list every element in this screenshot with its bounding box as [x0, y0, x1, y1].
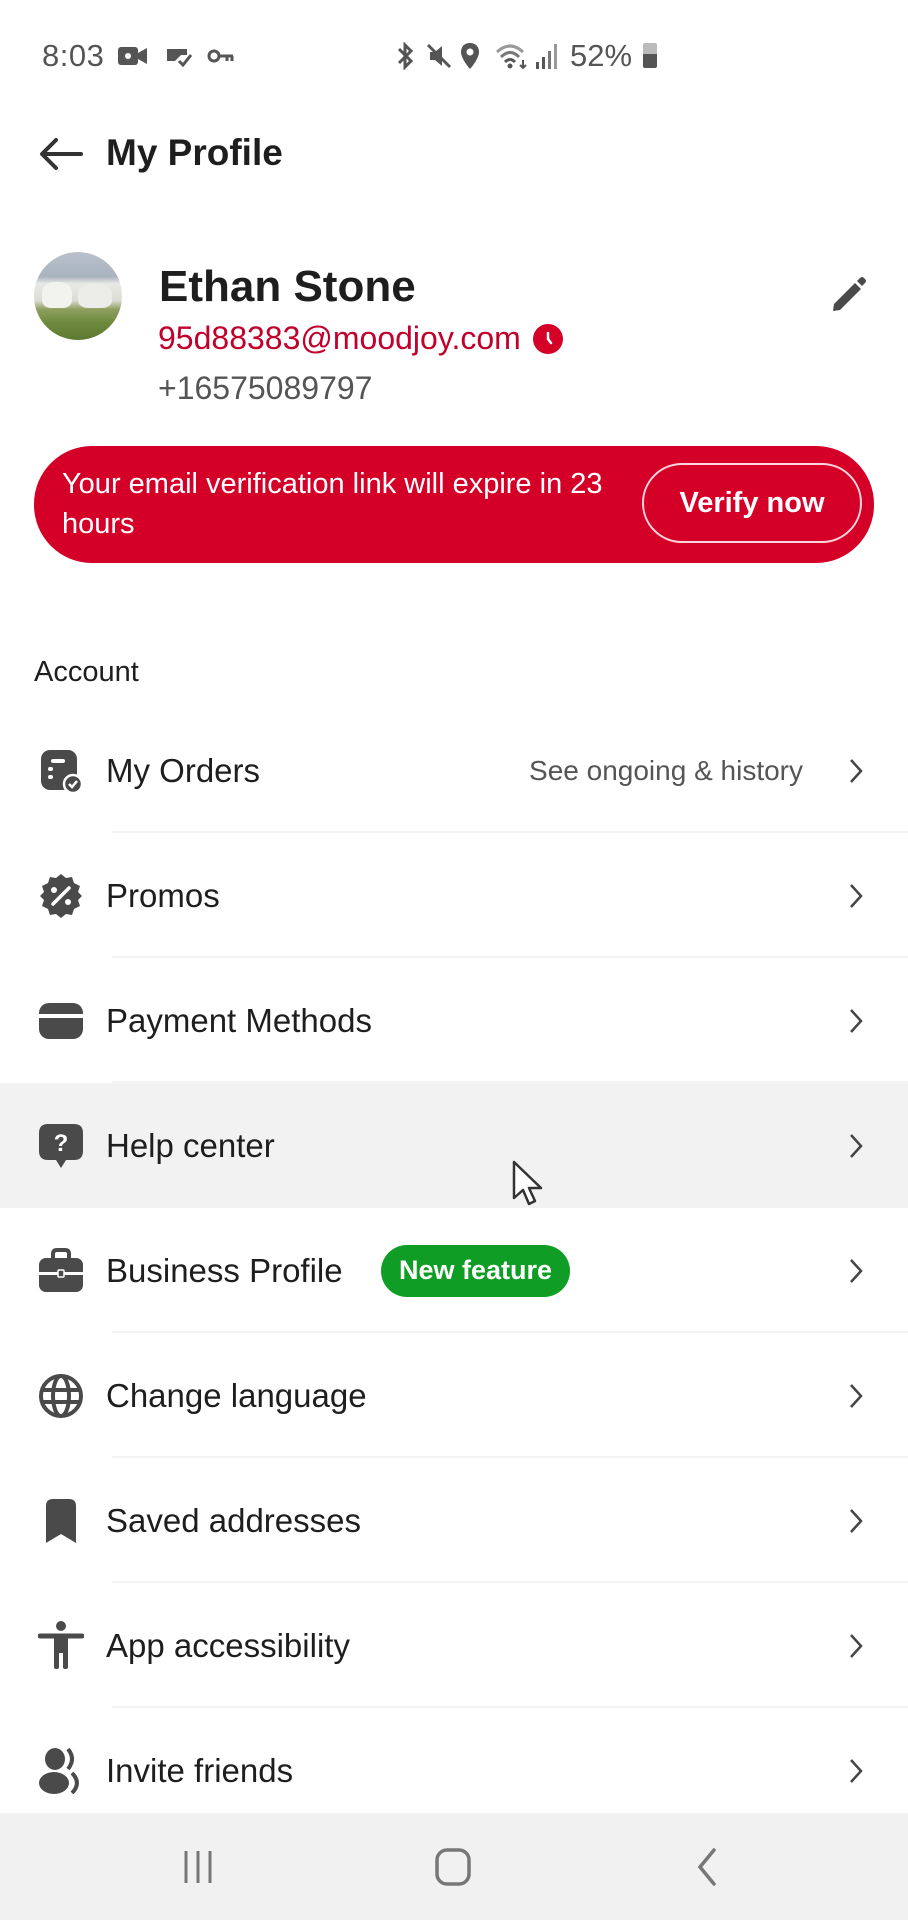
promo-percent-icon [36, 871, 86, 921]
home-button[interactable] [423, 1845, 483, 1889]
clock-pending-icon [532, 323, 563, 354]
accessibility-icon [36, 1620, 86, 1671]
edit-profile-button[interactable] [826, 272, 870, 316]
chevron-right-icon [846, 1631, 866, 1661]
signal-icon [534, 44, 560, 69]
mouse-cursor-icon [512, 1160, 543, 1206]
system-back-button[interactable] [677, 1845, 737, 1889]
menu-item-change-language[interactable]: Change language [0, 1333, 908, 1458]
orders-icon [36, 746, 86, 796]
section-title-account: Account [34, 656, 139, 688]
status-bar: 8:03 52% [0, 0, 908, 110]
mute-icon [424, 43, 454, 69]
bookmark-icon [36, 1496, 86, 1546]
battery-percent: 52% [570, 38, 633, 73]
menu-label: Promos [106, 876, 220, 914]
help-bubble-icon: ? [36, 1121, 86, 1171]
menu-item-my-orders[interactable]: My Orders See ongoing & history [0, 708, 908, 833]
chevron-right-icon [846, 1256, 866, 1286]
home-icon [435, 1848, 471, 1886]
location-icon [458, 43, 482, 69]
menu-label: Invite friends [106, 1751, 294, 1789]
bluetooth-icon [392, 42, 418, 70]
menu-item-promos[interactable]: Promos [0, 833, 908, 958]
avatar[interactable] [34, 252, 122, 340]
header: My Profile [0, 120, 908, 190]
menu-item-business-profile[interactable]: Business Profile New feature [0, 1208, 908, 1333]
people-icon [36, 1746, 86, 1796]
svg-text:?: ? [54, 1130, 69, 1157]
menu-item-saved-addresses[interactable]: Saved addresses [0, 1458, 908, 1583]
back-chevron-icon [697, 1848, 716, 1886]
profile-email: 95d88383@moodjoy.com [158, 320, 521, 356]
briefcase-icon [36, 1246, 86, 1296]
wifi-icon [494, 44, 530, 70]
cast-icon [162, 44, 194, 68]
profile-email-row: 95d88383@moodjoy.com [158, 320, 563, 357]
status-time: 8:03 [42, 38, 105, 73]
chevron-right-icon [846, 1506, 866, 1536]
back-button[interactable] [36, 134, 86, 174]
chevron-right-icon [846, 881, 866, 911]
verification-message: Your email verification link will expire… [62, 468, 603, 540]
menu-label: Payment Methods [106, 1001, 372, 1039]
menu-label: Help center [106, 1126, 275, 1164]
battery-icon [643, 43, 657, 68]
menu-label: App accessibility [106, 1626, 350, 1664]
menu-item-help-center[interactable]: ? Help center [0, 1083, 908, 1208]
menu-subtext: See ongoing & history [529, 754, 803, 786]
chevron-right-icon [846, 1756, 866, 1786]
pencil-icon [833, 277, 866, 311]
chevron-right-icon [846, 1381, 866, 1411]
new-feature-badge: New feature [381, 1244, 571, 1297]
chevron-right-icon [846, 1006, 866, 1036]
video-call-icon [118, 44, 148, 68]
recent-apps-button[interactable] [168, 1845, 228, 1889]
menu-label: Saved addresses [106, 1501, 361, 1539]
arrow-left-icon [40, 138, 83, 170]
menu-label: Change language [106, 1376, 367, 1414]
system-nav-bar [0, 1813, 908, 1920]
profile-name: Ethan Stone [159, 262, 416, 311]
menu-label: My Orders [106, 751, 261, 789]
chevron-right-icon [846, 756, 866, 786]
wallet-icon [36, 996, 86, 1046]
page-title: My Profile [106, 132, 283, 173]
verify-now-button[interactable]: Verify now [642, 463, 862, 543]
menu-item-payment-methods[interactable]: Payment Methods [0, 958, 908, 1083]
menu-label: Business Profile [106, 1251, 343, 1289]
menu-item-app-accessibility[interactable]: App accessibility [0, 1583, 908, 1708]
profile-phone: +16575089797 [158, 370, 373, 406]
vpn-key-icon [206, 44, 236, 68]
chevron-right-icon [846, 1131, 866, 1161]
profile-card: Ethan Stone 95d88383@moodjoy.com +165750… [0, 248, 908, 418]
account-menu: My Orders See ongoing & history Promos P… [0, 708, 908, 1833]
recent-apps-icon [184, 1851, 212, 1883]
email-verification-banner: Your email verification link will expire… [34, 446, 874, 563]
globe-icon [36, 1371, 86, 1421]
